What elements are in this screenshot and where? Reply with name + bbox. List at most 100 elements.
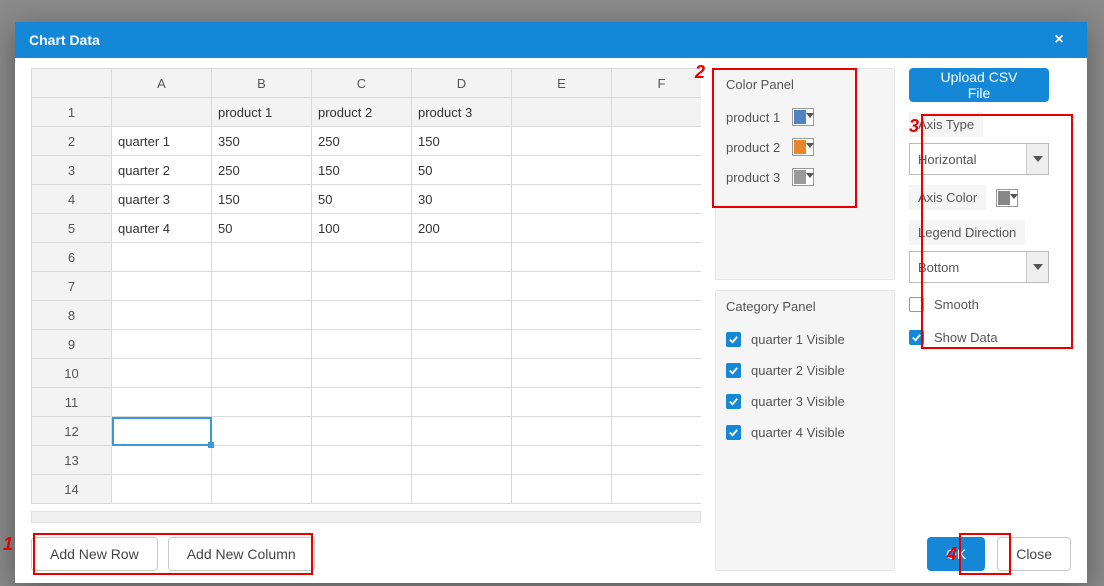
cell[interactable]	[512, 272, 612, 301]
cell[interactable]	[612, 127, 702, 156]
cell[interactable]	[212, 272, 312, 301]
add-row-button[interactable]: Add New Row	[31, 537, 158, 571]
cell[interactable]	[612, 185, 702, 214]
axis-type-dropdown[interactable]: Horizontal	[909, 143, 1049, 175]
cell[interactable]	[512, 359, 612, 388]
cell[interactable]	[512, 330, 612, 359]
cell[interactable]: product 3	[412, 98, 512, 127]
cell[interactable]	[112, 243, 212, 272]
cell[interactable]	[212, 388, 312, 417]
cell[interactable]: quarter 2	[112, 156, 212, 185]
row-header[interactable]: 11	[32, 388, 112, 417]
cell[interactable]	[212, 330, 312, 359]
cell[interactable]: quarter 4	[112, 214, 212, 243]
cell[interactable]	[112, 359, 212, 388]
cell[interactable]	[112, 388, 212, 417]
axis-color-picker[interactable]	[996, 189, 1018, 207]
row-header[interactable]: 1	[32, 98, 112, 127]
cell[interactable]	[512, 446, 612, 475]
cell[interactable]: 250	[312, 127, 412, 156]
cell[interactable]	[412, 359, 512, 388]
row-header[interactable]: 6	[32, 243, 112, 272]
legend-direction-dropdown[interactable]: Bottom	[909, 251, 1049, 283]
cell[interactable]	[112, 301, 212, 330]
cell[interactable]	[612, 388, 702, 417]
category-panel-item[interactable]: quarter 2 Visible	[726, 355, 884, 386]
cell[interactable]	[512, 127, 612, 156]
spreadsheet[interactable]: ABCDEF1product 1product 2product 32quart…	[31, 68, 701, 509]
cell[interactable]: 50	[312, 185, 412, 214]
cell[interactable]	[512, 243, 612, 272]
cell[interactable]	[212, 446, 312, 475]
color-picker[interactable]	[792, 108, 814, 126]
cell[interactable]: product 1	[212, 98, 312, 127]
cell[interactable]	[612, 301, 702, 330]
cell[interactable]	[612, 475, 702, 504]
cell[interactable]	[412, 272, 512, 301]
cell[interactable]: 150	[412, 127, 512, 156]
color-picker[interactable]	[792, 168, 814, 186]
cell[interactable]: 50	[212, 214, 312, 243]
cell[interactable]	[412, 388, 512, 417]
row-header[interactable]: 4	[32, 185, 112, 214]
cell[interactable]	[512, 301, 612, 330]
cell[interactable]	[112, 446, 212, 475]
column-header[interactable]: C	[312, 69, 412, 98]
cell[interactable]	[612, 446, 702, 475]
row-header[interactable]: 8	[32, 301, 112, 330]
cell[interactable]	[612, 156, 702, 185]
cell[interactable]	[412, 475, 512, 504]
cell[interactable]	[412, 330, 512, 359]
smooth-checkbox-row[interactable]: Smooth	[909, 293, 1071, 316]
cell[interactable]	[112, 272, 212, 301]
cell[interactable]	[412, 243, 512, 272]
cell[interactable]	[612, 214, 702, 243]
cell[interactable]	[212, 359, 312, 388]
cell[interactable]: 30	[412, 185, 512, 214]
cell[interactable]	[512, 98, 612, 127]
cell[interactable]: 250	[212, 156, 312, 185]
column-header[interactable]: B	[212, 69, 312, 98]
cell[interactable]	[212, 243, 312, 272]
row-header[interactable]: 10	[32, 359, 112, 388]
cell[interactable]	[612, 330, 702, 359]
cell[interactable]	[612, 243, 702, 272]
close-button[interactable]: Close	[997, 537, 1071, 571]
cell[interactable]	[312, 446, 412, 475]
row-header[interactable]: 7	[32, 272, 112, 301]
data-grid[interactable]: ABCDEF1product 1product 2product 32quart…	[31, 68, 701, 504]
cell[interactable]: quarter 1	[112, 127, 212, 156]
cell[interactable]: 350	[212, 127, 312, 156]
cell[interactable]	[612, 359, 702, 388]
column-header[interactable]: D	[412, 69, 512, 98]
cell[interactable]	[112, 98, 212, 127]
cell[interactable]	[212, 475, 312, 504]
cell[interactable]: 200	[412, 214, 512, 243]
cell[interactable]	[612, 417, 702, 446]
cell[interactable]	[512, 417, 612, 446]
show-data-checkbox-row[interactable]: Show Data	[909, 326, 1071, 349]
cell[interactable]	[612, 98, 702, 127]
cell[interactable]	[612, 272, 702, 301]
upload-csv-button[interactable]: Upload CSV File	[909, 68, 1049, 102]
cell[interactable]	[312, 475, 412, 504]
color-picker[interactable]	[792, 138, 814, 156]
cell[interactable]	[512, 156, 612, 185]
cell[interactable]	[112, 475, 212, 504]
cell[interactable]	[512, 388, 612, 417]
category-panel-item[interactable]: quarter 3 Visible	[726, 386, 884, 417]
cell[interactable]	[312, 243, 412, 272]
cell[interactable]	[312, 417, 412, 446]
cell[interactable]	[412, 301, 512, 330]
cell[interactable]	[212, 417, 312, 446]
category-panel-item[interactable]: quarter 1 Visible	[726, 324, 884, 355]
category-panel-item[interactable]: quarter 4 Visible	[726, 417, 884, 448]
row-header[interactable]: 2	[32, 127, 112, 156]
cell[interactable]	[312, 388, 412, 417]
cell[interactable]	[112, 417, 212, 446]
horizontal-scrollbar[interactable]	[31, 511, 701, 523]
row-header[interactable]: 14	[32, 475, 112, 504]
close-icon[interactable]: ×	[1045, 26, 1073, 54]
cell[interactable]: 150	[212, 185, 312, 214]
cell[interactable]	[312, 301, 412, 330]
